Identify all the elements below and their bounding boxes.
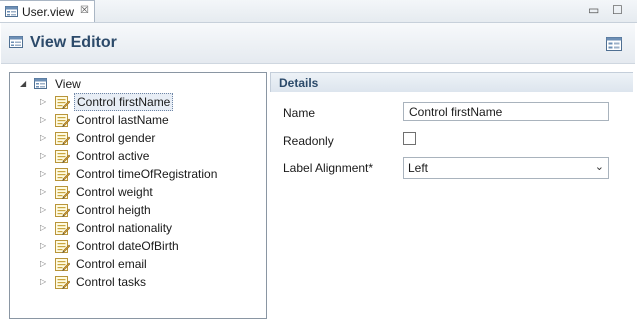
control-icon: [54, 274, 71, 290]
control-icon: [54, 166, 71, 182]
tree-item[interactable]: ▷ Control gender: [40, 129, 260, 147]
form-preview-icon[interactable]: [606, 37, 622, 51]
tree-item-label: Control tasks: [76, 275, 147, 289]
control-icon: [54, 94, 71, 110]
expanded-arrow-icon[interactable]: ◢: [20, 79, 26, 88]
name-field[interactable]: [403, 102, 609, 121]
collapsed-arrow-icon[interactable]: ▷: [40, 187, 46, 196]
tree-item-label: Control firstName: [74, 93, 174, 111]
control-icon: [54, 220, 71, 236]
collapsed-arrow-icon[interactable]: ▷: [40, 97, 46, 106]
tree-item[interactable]: ▷ Control timeOfRegistration: [40, 165, 260, 183]
minimize-icon[interactable]: ▭: [588, 3, 599, 17]
collapsed-arrow-icon[interactable]: ▷: [40, 205, 46, 214]
collapsed-arrow-icon[interactable]: ▷: [40, 151, 46, 160]
collapsed-arrow-icon[interactable]: ▷: [40, 223, 46, 232]
label-alignment-select[interactable]: Left ⌄: [403, 157, 609, 179]
control-icon: [54, 238, 71, 254]
tree-item-label: Control lastName: [76, 113, 169, 127]
control-icon: [54, 184, 71, 200]
maximize-icon[interactable]: ☐: [612, 3, 623, 17]
tab-label: User.view: [22, 5, 75, 19]
tree-item[interactable]: ▷ Control firstName: [40, 93, 260, 111]
label-alignment-label: Label Alignment*: [283, 161, 374, 175]
control-icon: [54, 130, 71, 146]
tree-item[interactable]: ▷ Control email: [40, 255, 260, 273]
control-icon: [54, 148, 71, 164]
tree-item-label: Control timeOfRegistration: [76, 167, 218, 181]
collapsed-arrow-icon[interactable]: ▷: [40, 259, 46, 268]
tree-item[interactable]: ▷ Control dateOfBirth: [40, 237, 260, 255]
readonly-label: Readonly: [283, 134, 334, 148]
view-editor: View Editor ◢ View ▷ Control firstName ▷ Co…: [0, 23, 637, 321]
tree-item-label: Control active: [76, 149, 150, 163]
name-label: Name: [283, 106, 316, 120]
tree-item-label: Control email: [76, 257, 147, 271]
tree-item-label: Control weight: [76, 185, 153, 199]
collapsed-arrow-icon[interactable]: ▷: [40, 277, 46, 286]
collapsed-arrow-icon[interactable]: ▷: [40, 115, 46, 124]
tree-item-label: Control gender: [76, 131, 156, 145]
control-icon: [54, 202, 71, 218]
details-header: Details: [270, 72, 633, 92]
control-icon: [54, 112, 71, 128]
tree-item[interactable]: ▷ Control active: [40, 147, 260, 165]
control-icon: [54, 256, 71, 272]
tree-item[interactable]: ▷ Control nationality: [40, 219, 260, 237]
close-tab-icon[interactable]: ☒: [80, 5, 89, 16]
view-file-icon: [5, 6, 18, 17]
details-title: Details: [279, 76, 319, 90]
view-editor-icon: [9, 36, 23, 48]
tree-item[interactable]: ▷ Control weight: [40, 183, 260, 201]
tree-item[interactable]: ▷ Control lastName: [40, 111, 260, 129]
tree-item[interactable]: ▷ Control heigth: [40, 201, 260, 219]
collapsed-arrow-icon[interactable]: ▷: [40, 241, 46, 250]
view-icon: [34, 78, 47, 89]
tree-item-label: Control nationality: [76, 221, 173, 235]
tree-item-label: Control heigth: [76, 203, 151, 217]
tab-user-view[interactable]: User.view ☒: [0, 0, 95, 22]
view-tree[interactable]: ◢ View ▷ Control firstName ▷ Control lastNa…: [9, 72, 267, 319]
tree-item-label: Control dateOfBirth: [76, 239, 179, 253]
chevron-down-icon[interactable]: ⌄: [595, 160, 604, 173]
tree-root-label: View: [55, 77, 81, 91]
tree-item[interactable]: ▷ Control tasks: [40, 273, 260, 291]
editor-tab-bar: User.view ☒ ▭ ☐: [0, 0, 637, 23]
readonly-checkbox[interactable]: [403, 132, 416, 145]
collapsed-arrow-icon[interactable]: ▷: [40, 133, 46, 142]
page-title: View Editor: [30, 34, 117, 51]
editor-header: View Editor: [1, 23, 635, 64]
label-alignment-value: Left: [408, 161, 429, 175]
collapsed-arrow-icon[interactable]: ▷: [40, 169, 46, 178]
details-section: Details Name Readonly Label Alignment* L…: [270, 72, 633, 317]
